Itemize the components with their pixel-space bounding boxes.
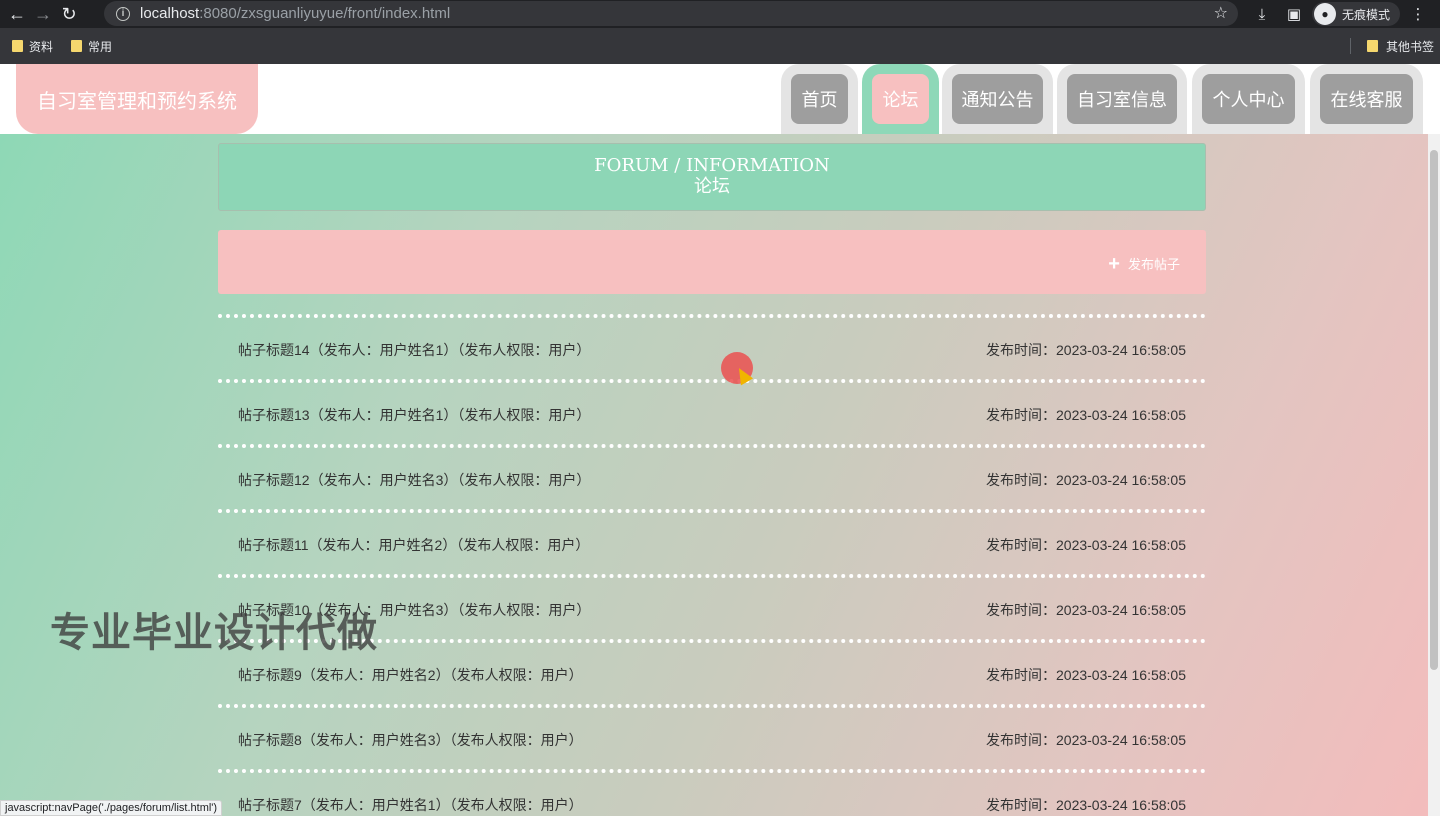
url-host: localhost [140,5,200,22]
action-bar: + 发布帖子 [218,230,1206,294]
forward-icon[interactable]: → [30,1,56,27]
incognito-badge[interactable]: ● 无痕模式 [1311,2,1400,26]
bookmark-star-icon[interactable]: ☆ [1214,3,1228,23]
folder-icon [12,40,23,52]
nav-tab-room-info[interactable]: 自习室信息 [1057,64,1187,134]
post-title: 帖子标题12（发布人：用户姓名3）（发布人权限：用户） [238,472,591,488]
nav-tab-forum[interactable]: 论坛 [862,64,939,134]
other-bookmarks-label: 其他书签 [1385,39,1434,54]
post-list: 帖子标题14（发布人：用户姓名1）（发布人权限：用户） 发布时间：2023-03-… [218,314,1206,816]
list-item[interactable]: 帖子标题14（发布人：用户姓名1）（发布人权限：用户） 发布时间：2023-03-… [218,314,1206,379]
post-time: 发布时间：2023-03-24 16:58:05 [986,407,1186,423]
scrollbar-thumb[interactable] [1430,150,1438,670]
post-time: 发布时间：2023-03-24 16:58:05 [986,732,1186,748]
plus-icon: + [1108,252,1120,275]
other-bookmarks[interactable]: 其他书签 [1366,28,1434,64]
nav-tab-notice[interactable]: 通知公告 [942,64,1053,134]
nav-tab-support[interactable]: 在线客服 [1310,64,1423,134]
nav-tab-profile[interactable]: 个人中心 [1192,64,1305,134]
list-item[interactable]: 帖子标题8（发布人：用户姓名3）（发布人权限：用户） 发布时间：2023-03-2… [218,704,1206,769]
bookmarks-bar: 资料 常用 其他书签 [0,28,1440,64]
post-time: 发布时间：2023-03-24 16:58:05 [986,472,1186,488]
publish-post-label: 发布帖子 [1127,257,1180,272]
post-title: 帖子标题9（发布人：用户姓名2）（发布人权限：用户） [238,667,583,683]
folder-icon [1366,40,1378,52]
side-panel-icon[interactable]: ▣ [1280,0,1308,28]
list-item[interactable]: 帖子标题12（发布人：用户姓名3）（发布人权限：用户） 发布时间：2023-03-… [218,444,1206,509]
back-icon[interactable]: ← [4,1,30,27]
download-icon[interactable]: ⤓ [1248,0,1276,28]
browser-toolbar: ← → ↻ i localhost:8080/zxsguanliyuyue/fr… [0,0,1440,28]
list-item[interactable]: 帖子标题7（发布人：用户姓名1）（发布人权限：用户） 发布时间：2023-03-2… [218,769,1206,816]
publish-post-button[interactable]: + 发布帖子 [1108,252,1180,275]
nav-tab-label: 通知公告 [952,74,1043,124]
forum-content: FORUM / INFORMATION 论坛 + 发布帖子 帖子标题14（发布人… [0,134,1428,816]
nav-tab-label: 首页 [791,74,848,124]
menu-kebab-icon[interactable]: ⋮ [1404,0,1432,28]
post-time: 发布时间：2023-03-24 16:58:05 [986,602,1186,618]
post-title: 帖子标题7（发布人：用户姓名1）（发布人权限：用户） [238,797,583,813]
bookmarks-divider [1350,38,1351,54]
post-title: 帖子标题14（发布人：用户姓名1）（发布人权限：用户） [238,342,591,358]
url-path: :8080/zxsguanliyuyue/front/index.html [199,5,451,22]
section-title-en: FORUM / INFORMATION [594,155,830,176]
info-icon[interactable]: i [116,6,130,21]
nav-tab-label: 个人中心 [1202,74,1295,124]
post-title: 帖子标题13（发布人：用户姓名1）（发布人权限：用户） [238,407,591,423]
section-title-cn: 论坛 [694,176,730,197]
reload-icon[interactable]: ↻ [56,1,82,27]
link-status-bar: javascript:navPage('./pages/forum/list.h… [0,800,223,816]
page-viewport: 自习室管理和预约系统 首页 论坛 通知公告 自习室信息 个人中心 在线客服 FO… [0,64,1440,816]
nav-tab-home[interactable]: 首页 [781,64,858,134]
bookmark-label: 资料 [29,39,54,54]
post-title: 帖子标题8（发布人：用户姓名3）（发布人权限：用户） [238,732,583,748]
nav-tab-label: 论坛 [872,74,929,124]
bookmark-folder[interactable]: 常用 [71,38,112,55]
post-time: 发布时间：2023-03-24 16:58:05 [986,537,1186,553]
nav-tab-label: 在线客服 [1320,74,1413,124]
vertical-scrollbar[interactable] [1428,134,1440,816]
post-time: 发布时间：2023-03-24 16:58:05 [986,667,1186,683]
url-text: localhost:8080/zxsguanliyuyue/front/inde… [140,5,450,22]
list-item[interactable]: 帖子标题11（发布人：用户姓名2）（发布人权限：用户） 发布时间：2023-03-… [218,509,1206,574]
address-bar[interactable]: i localhost:8080/zxsguanliyuyue/front/in… [104,1,1238,26]
list-item[interactable]: 帖子标题13（发布人：用户姓名1）（发布人权限：用户） 发布时间：2023-03-… [218,379,1206,444]
incognito-icon: ● [1313,3,1336,25]
post-time: 发布时间：2023-03-24 16:58:05 [986,342,1186,358]
section-title: FORUM / INFORMATION 论坛 [218,143,1206,211]
site-header: 自习室管理和预约系统 首页 论坛 通知公告 自习室信息 个人中心 在线客服 [0,64,1440,134]
incognito-label: 无痕模式 [1341,7,1390,22]
bookmark-label: 常用 [88,39,113,54]
post-title: 帖子标题11（发布人：用户姓名2）（发布人权限：用户） [238,537,590,553]
watermark-overlay: 专业毕业设计代做 [50,610,378,656]
post-time: 发布时间：2023-03-24 16:58:05 [986,797,1186,813]
site-logo[interactable]: 自习室管理和预约系统 [16,64,258,134]
folder-icon [71,40,83,52]
nav-tab-label: 自习室信息 [1067,74,1177,124]
bookmark-folder[interactable]: 资料 [12,38,53,55]
